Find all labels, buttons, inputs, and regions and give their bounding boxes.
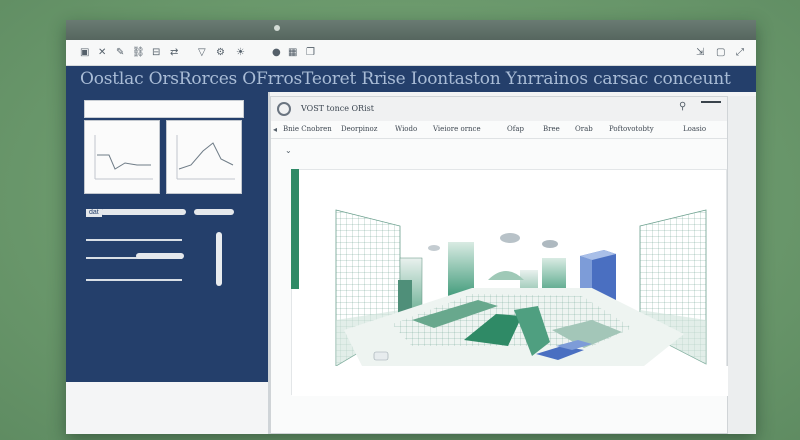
menu-item[interactable]: Loasio — [683, 125, 706, 133]
back-icon[interactable]: ◂ — [273, 124, 277, 136]
menu-item[interactable]: Bree — [543, 125, 560, 133]
move-icon[interactable]: ⇄ — [170, 47, 178, 59]
green-accent-bar — [291, 169, 299, 289]
filter-icon[interactable]: ▽ — [198, 47, 206, 59]
list-item[interactable] — [86, 239, 182, 241]
sidebar-footer — [66, 382, 268, 434]
search-icon[interactable]: ⚲ — [679, 101, 686, 113]
grid-icon[interactable]: ▦ — [288, 47, 297, 59]
menu-item[interactable]: Bnie Cnobren — [283, 125, 332, 133]
expand-icon[interactable]: ⤢ — [736, 47, 744, 59]
title-bar — [66, 20, 756, 40]
right-panel-strip — [728, 96, 756, 434]
toolbar: ▣ ✕ ✎ ⛓ ⊟ ⇄ ▽ ⚙ ☀ ● ▦ ❐ ⇲ ▢ ⤢ — [66, 40, 756, 66]
brightness-icon[interactable]: ☀ — [236, 47, 245, 59]
list-item[interactable] — [86, 279, 182, 281]
menu-item[interactable]: Orab — [575, 125, 593, 133]
menu-item[interactable]: Ofap — [507, 125, 524, 133]
line-chart-icon — [94, 135, 153, 180]
banner-title: Oostlac OrsRorces OFrrosTeoret Rrise Ioo… — [80, 69, 731, 89]
document-header: VOST tonce ORist ⚲ — [271, 97, 727, 121]
settings-icon[interactable]: ⚙ — [216, 47, 225, 59]
slider-2[interactable] — [194, 209, 234, 215]
minimize-icon[interactable] — [701, 101, 721, 103]
edit-icon[interactable]: ✎ — [116, 47, 124, 59]
slider-1[interactable] — [100, 209, 186, 215]
sidebar-search-input[interactable] — [84, 100, 244, 118]
sidebar: dat — [66, 92, 268, 382]
menu-bar: ◂ Bnie Cnobren Deorpinoz Wiodo Vieiore o… — [271, 121, 727, 139]
export-icon[interactable]: ⇲ — [696, 47, 704, 59]
nav-icon[interactable]: ⌄ — [285, 145, 292, 157]
copy-icon[interactable]: ❐ — [306, 47, 315, 59]
app-window: ▣ ✕ ✎ ⛓ ⊟ ⇄ ▽ ⚙ ☀ ● ▦ ❐ ⇲ ▢ ⤢ Oostlac Or… — [66, 20, 756, 434]
menu-item[interactable]: Vieiore ornce — [433, 125, 481, 133]
document-title: VOST tonce ORist — [301, 104, 374, 113]
menu-item[interactable]: Poftovotobty — [609, 125, 654, 133]
menu-item[interactable]: Wiodo — [395, 125, 417, 133]
light-icon[interactable]: ● — [272, 47, 281, 59]
folder-icon[interactable]: ▣ — [80, 47, 89, 59]
chart-thumbnail-2[interactable] — [166, 120, 242, 194]
canvas[interactable] — [291, 169, 728, 396]
window-dot[interactable] — [274, 25, 280, 31]
vertical-slider[interactable] — [216, 232, 222, 286]
slider-3[interactable] — [136, 253, 184, 259]
header-banner: Oostlac OrsRorces OFrrosTeoret Rrise Ioo… — [66, 66, 756, 92]
document-window: VOST tonce ORist ⚲ ◂ Bnie Cnobren Deorpi… — [270, 96, 728, 434]
paste-icon[interactable]: ▢ — [716, 47, 725, 59]
document-icon — [277, 102, 291, 116]
city-model-illustration — [292, 209, 728, 396]
line-chart-icon — [176, 135, 235, 180]
menu-item[interactable]: Deorpinoz — [341, 125, 377, 133]
delete-icon[interactable]: ✕ — [98, 47, 106, 59]
tag-icon[interactable]: ⊟ — [152, 47, 160, 59]
chart-thumbnail-1[interactable] — [84, 120, 160, 194]
link-icon[interactable]: ⛓ — [132, 47, 145, 59]
